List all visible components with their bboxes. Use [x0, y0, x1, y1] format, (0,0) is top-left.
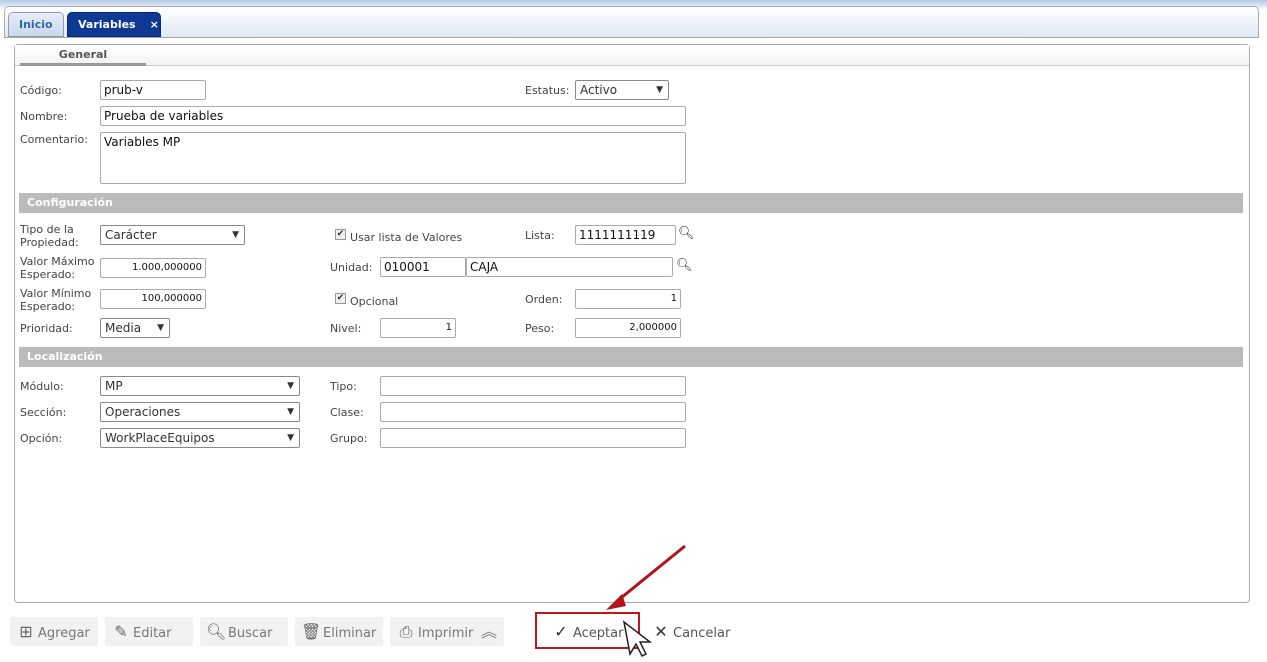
comentario-textarea[interactable]: Variables MP [100, 132, 686, 184]
label-line: Esperado: [20, 300, 76, 313]
dropdown-arrow-icon: ▼ [287, 407, 294, 417]
opcional-checkbox[interactable]: ✔ [335, 293, 346, 304]
nivel-input[interactable]: 1 [380, 318, 456, 338]
nombre-input[interactable]: Prueba de variables [100, 106, 686, 126]
codigo-input[interactable]: prub-v [100, 80, 206, 100]
tab-inicio[interactable]: Inicio [8, 12, 64, 37]
lista-input[interactable]: 1111111119 [575, 225, 676, 245]
collapse-chevrons-icon[interactable]: ︽ [478, 617, 504, 646]
button-label: Imprimir [418, 626, 474, 641]
opcional-label: Opcional [350, 295, 399, 308]
dropdown-arrow-icon: ▼ [157, 323, 164, 333]
dropdown-arrow-icon: ▼ [656, 85, 663, 95]
lista-label: Lista: [525, 229, 555, 242]
tab-variables[interactable]: Variables × [67, 12, 161, 37]
close-icon[interactable]: × [150, 18, 159, 31]
min-input[interactable]: 100,000000 [100, 289, 206, 309]
prioridad-value: Media [105, 321, 142, 335]
modulo-label: Módulo: [20, 380, 64, 393]
annotation-arrow [606, 544, 686, 658]
prioridad-label: Prioridad: [20, 322, 73, 335]
orden-label: Orden: [525, 293, 563, 306]
peso-label: Peso: [525, 322, 555, 335]
dropdown-arrow-icon: ▼ [287, 433, 294, 443]
trash-icon: 🗑︎ [301, 622, 322, 641]
button-label: Editar [133, 626, 172, 641]
subtab-bar [15, 45, 1249, 66]
label-line: Esperado: [20, 268, 76, 281]
estatus-value: Activo [580, 83, 618, 97]
peso-input[interactable]: 2,000000 [575, 318, 681, 338]
add-icon: ⊞ [19, 622, 33, 641]
orden-input[interactable]: 1 [575, 289, 681, 309]
tipo-select[interactable]: Carácter ▼ [100, 225, 245, 245]
check-icon: ✓ [554, 622, 568, 641]
usar-lista-label: Usar lista de Valores [350, 231, 463, 244]
search-icon[interactable]: 🔍︎ [678, 226, 695, 241]
edit-icon: ✎ [114, 622, 128, 641]
seccion-label: Sección: [20, 406, 67, 419]
unidad-label: Unidad: [330, 261, 373, 274]
label-line: Tipo de la [20, 223, 74, 236]
unidad-code-input[interactable]: 010001 [380, 257, 466, 277]
tab-label: Variables [78, 18, 136, 31]
dropdown-arrow-icon: ▼ [232, 230, 239, 240]
tipo-loc-input[interactable] [380, 376, 686, 396]
tab-bar [4, 6, 1259, 38]
opcion-label: Opción: [20, 432, 63, 445]
button-label: Buscar [228, 626, 273, 641]
clase-label: Clase: [330, 406, 364, 419]
unidad-name-input[interactable]: CAJA [466, 257, 673, 277]
usar-lista-checkbox[interactable]: ✔ [335, 229, 346, 240]
comentario-label: Comentario: [20, 133, 88, 146]
button-label: Eliminar [323, 626, 377, 641]
label-line: Valor Mínimo [20, 287, 92, 300]
grupo-label: Grupo: [330, 432, 368, 445]
opcion-value: WorkPlaceEquipos [105, 431, 215, 445]
section-configuracion: Configuración [19, 193, 1243, 213]
eliminar-button[interactable]: 🗑︎ Eliminar [295, 617, 383, 646]
label-line: Valor Máximo [20, 255, 95, 268]
modulo-value: MP [105, 379, 123, 393]
search-doc-icon: 🔍︎ [206, 622, 227, 641]
buscar-button[interactable]: 🔍︎ Buscar [200, 617, 288, 646]
tipo-loc-label: Tipo: [330, 380, 357, 393]
nivel-label: Nivel: [330, 322, 362, 335]
imprimir-button[interactable]: ⎙ Imprimir [390, 617, 478, 646]
tipo-value: Carácter [105, 228, 157, 242]
label-line: Propiedad: [20, 236, 79, 249]
estatus-label: Estatus: [525, 84, 570, 97]
max-input[interactable]: 1.000,000000 [100, 258, 206, 278]
estatus-select[interactable]: Activo ▼ [575, 80, 669, 100]
clase-input[interactable] [380, 402, 686, 422]
agregar-button[interactable]: ⊞ Agregar [10, 617, 98, 646]
seccion-value: Operaciones [105, 405, 181, 419]
max-label: Valor Máximo Esperado: [20, 255, 94, 281]
button-label: Agregar [38, 626, 90, 641]
subtab-general[interactable]: General [20, 45, 146, 66]
opcion-select[interactable]: WorkPlaceEquipos ▼ [100, 428, 300, 448]
tipo-label: Tipo de la Propiedad: [20, 223, 79, 249]
nombre-label: Nombre: [20, 110, 68, 123]
printer-icon: ⎙ [399, 622, 413, 641]
prioridad-select[interactable]: Media ▼ [100, 318, 170, 338]
tab-label: Inicio [19, 18, 53, 31]
codigo-label: Código: [20, 84, 62, 97]
dropdown-arrow-icon: ▼ [287, 381, 294, 391]
search-icon[interactable]: 🔍︎ [676, 258, 693, 273]
section-localizacion: Localización [19, 347, 1243, 367]
min-label: Valor Mínimo Esperado: [20, 287, 91, 313]
modulo-select[interactable]: MP ▼ [100, 376, 300, 396]
grupo-input[interactable] [380, 428, 686, 448]
seccion-select[interactable]: Operaciones ▼ [100, 402, 300, 422]
editar-button[interactable]: ✎ Editar [105, 617, 193, 646]
